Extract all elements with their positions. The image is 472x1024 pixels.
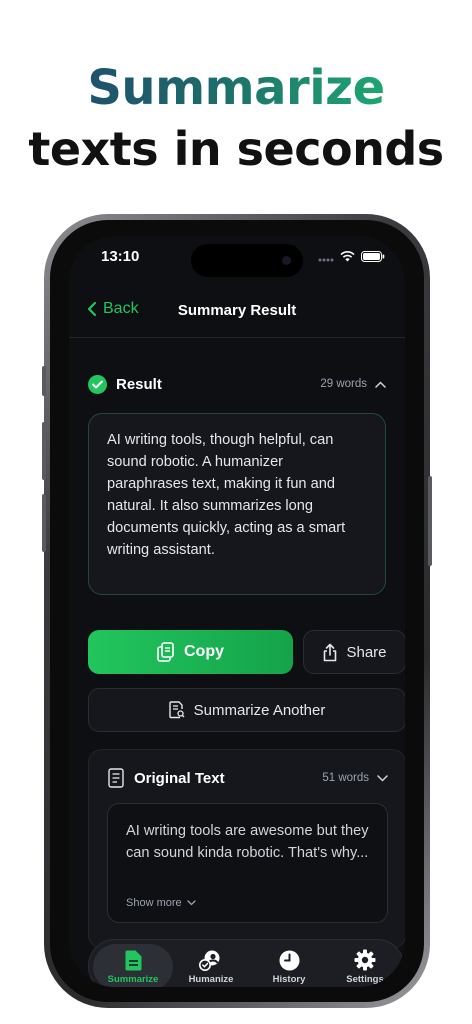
result-text: AI writing tools, though helpful, can so…: [107, 432, 346, 558]
copy-label: Copy: [184, 643, 224, 660]
tab-bar: Summarize Humanize History Settings: [88, 939, 404, 987]
copy-icon: [157, 642, 174, 662]
copy-button[interactable]: Copy: [88, 630, 293, 674]
chevron-down-small-icon: [186, 900, 196, 906]
share-label: Share: [346, 643, 387, 661]
tab-humanize[interactable]: Humanize: [171, 944, 251, 987]
summarize-another-button[interactable]: Summarize Another: [88, 688, 405, 732]
original-text-card: Original Text 51 words AI writing tools …: [88, 749, 405, 949]
signal-icon: [318, 258, 334, 261]
tab-history[interactable]: History: [249, 944, 329, 987]
original-word-count: 51 words: [322, 772, 369, 784]
original-text-label: Original Text: [134, 770, 225, 787]
chevron-up-icon[interactable]: [375, 380, 386, 388]
volume-up-button: [42, 422, 46, 480]
tab-summarize[interactable]: Summarize: [93, 944, 173, 987]
volume-down-button: [42, 494, 46, 552]
document-icon: [108, 768, 124, 788]
result-text-box: AI writing tools, though helpful, can so…: [88, 413, 386, 595]
phone-frame: 13:10 Back Summary Result Result 29 word…: [42, 214, 432, 1008]
result-label: Result: [116, 376, 162, 393]
summarize-another-label: Summarize Another: [193, 701, 326, 719]
original-text: AI writing tools are awesome but they ca…: [126, 823, 369, 861]
show-more-label: Show more: [126, 897, 182, 909]
tab-settings[interactable]: Settings: [325, 944, 405, 987]
dynamic-island: [191, 244, 303, 277]
show-more-button[interactable]: Show more: [126, 897, 196, 909]
clock-icon: [279, 950, 299, 970]
status-time: 13:10: [101, 248, 140, 265]
tab-summarize-label: Summarize: [107, 973, 159, 985]
share-icon: [324, 643, 337, 661]
wifi-icon: [340, 251, 355, 262]
result-word-count: 29 words: [320, 378, 367, 390]
headline-subtitle: texts in seconds: [28, 122, 444, 176]
app-screen: 13:10 Back Summary Result Result 29 word…: [69, 236, 405, 987]
check-circle-icon: [88, 375, 107, 394]
page-title: Summary Result: [177, 302, 297, 319]
share-button[interactable]: Share: [303, 630, 405, 674]
original-text-box: AI writing tools are awesome but they ca…: [107, 803, 388, 923]
tab-history-label: History: [272, 973, 306, 985]
battery-icon: [361, 251, 385, 262]
gear-icon: [354, 949, 376, 971]
headline-title: Summarize: [0, 60, 472, 116]
chevron-down-icon[interactable]: [377, 774, 388, 782]
document-search-icon: [168, 701, 185, 719]
person-check-icon: [199, 950, 220, 971]
result-header[interactable]: Result 29 words: [88, 374, 386, 398]
tab-settings-label: Settings: [346, 974, 384, 985]
navigation-bar: Back Summary Result: [69, 288, 405, 338]
document-icon: [125, 950, 141, 970]
action-button: [42, 366, 46, 396]
status-bar: 13:10: [69, 236, 405, 284]
original-text-header[interactable]: Original Text 51 words: [108, 768, 388, 792]
camera-icon: [282, 256, 291, 265]
tab-humanize-label: Humanize: [188, 973, 234, 985]
power-button: [428, 476, 432, 566]
